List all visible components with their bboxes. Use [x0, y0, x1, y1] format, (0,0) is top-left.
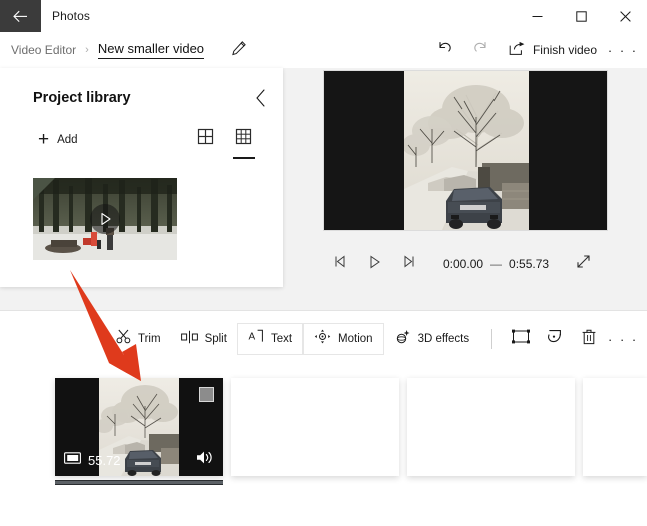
maximize-button[interactable]: [559, 0, 603, 32]
trim-icon: [116, 329, 131, 349]
pillarbox-right: [529, 71, 607, 230]
pillarbox-left: [324, 71, 404, 230]
share-export-icon: [509, 41, 526, 59]
breadcrumb-project-name[interactable]: New smaller video: [98, 41, 204, 59]
redo-icon: [472, 39, 489, 61]
pencil-icon: [231, 40, 247, 61]
add-media-label: Add: [57, 134, 77, 146]
trim-button[interactable]: Trim: [106, 323, 171, 355]
more-options-button[interactable]: · · ·: [607, 35, 639, 65]
split-button[interactable]: Split: [171, 323, 237, 355]
play-icon: [368, 255, 381, 274]
photos-video-editor-window: Photos Video Editor › New smaller video: [0, 0, 647, 526]
previous-frame-button[interactable]: [323, 249, 357, 279]
rotate-button[interactable]: [538, 323, 572, 355]
project-library-title: Project library: [33, 90, 131, 106]
next-frame-button[interactable]: [391, 249, 425, 279]
finish-video-button[interactable]: Finish video: [499, 36, 607, 64]
grid-view-small-selected-indicator: [233, 157, 255, 159]
fullscreen-button[interactable]: [569, 250, 597, 278]
text-icon: A: [248, 329, 264, 349]
motion-label: Motion: [338, 333, 373, 345]
clip-select-checkbox[interactable]: [199, 387, 214, 402]
library-video-thumbnail[interactable]: [33, 178, 177, 260]
filters-button[interactable]: [504, 323, 538, 355]
video-frame-icon: [64, 451, 81, 469]
clip-duration: 55.72: [88, 453, 121, 468]
trash-icon: [582, 329, 596, 350]
add-media-button[interactable]: + Add: [38, 130, 78, 149]
speaker-icon[interactable]: [196, 450, 214, 470]
clip-footer: 55.72: [55, 450, 223, 470]
breadcrumb-video-editor[interactable]: Video Editor: [11, 43, 76, 57]
3d-effects-button[interactable]: 3D effects: [384, 323, 480, 355]
storyboard-clip-placeholder-3[interactable]: [583, 378, 647, 476]
total-time: 0:55.73: [509, 257, 549, 271]
finish-video-label: Finish video: [533, 43, 597, 57]
back-arrow-icon: [13, 10, 28, 23]
current-time: 0:00.00: [443, 257, 483, 271]
text-label: Text: [271, 333, 292, 345]
3d-effects-label: 3D effects: [418, 333, 470, 345]
breadcrumb-separator: ›: [85, 44, 89, 56]
clip-selection-bar: [55, 480, 223, 485]
grid-view-large-button[interactable]: [197, 128, 215, 150]
previous-frame-icon: [333, 255, 348, 273]
preview-frame-image: [404, 71, 529, 230]
app-title: Photos: [52, 9, 90, 23]
time-separator: —: [490, 257, 502, 271]
rotate-icon: [547, 328, 564, 350]
project-library-panel: Project library + Add: [0, 68, 283, 287]
editing-toolbar-and-storyboard: Trim Split A: [0, 310, 647, 526]
play-icon[interactable]: [90, 204, 120, 234]
library-view-toggles: [197, 128, 253, 150]
text-button[interactable]: A Text: [237, 323, 303, 355]
grid-view-small-button[interactable]: [235, 128, 253, 150]
svg-text:A: A: [248, 332, 255, 343]
video-preview[interactable]: [323, 70, 608, 231]
title-bar: Photos: [0, 0, 647, 32]
undo-button[interactable]: [427, 35, 463, 65]
rename-project-button[interactable]: [226, 37, 252, 63]
toolbar-divider: [491, 329, 492, 349]
minimize-button[interactable]: [515, 0, 559, 32]
3d-effects-icon: [394, 329, 411, 350]
motion-button[interactable]: Motion: [303, 323, 384, 355]
playback-controls: 0:00.00 — 0:55.73: [323, 249, 608, 279]
grid-2x2-icon: [197, 132, 214, 149]
thumbnail-corner-marker: [33, 178, 55, 200]
toolbar-more-button[interactable]: · · ·: [606, 323, 640, 355]
next-frame-icon: [401, 255, 416, 273]
chevron-left-icon: [255, 89, 267, 112]
storyboard-clip-1[interactable]: 55.72: [55, 378, 223, 476]
split-icon: [181, 330, 198, 349]
editing-toolbar: Trim Split A: [0, 321, 647, 357]
motion-icon: [314, 329, 331, 349]
breadcrumb-bar: Video Editor › New smaller video: [0, 32, 647, 68]
grid-3x3-icon: [235, 132, 252, 149]
redo-button[interactable]: [463, 35, 499, 65]
window-controls: [515, 0, 647, 32]
collapse-library-button[interactable]: [247, 86, 275, 114]
close-button[interactable]: [603, 0, 647, 32]
split-label: Split: [205, 333, 227, 345]
delete-button[interactable]: [572, 323, 606, 355]
breadcrumb-actions: Finish video · · ·: [427, 32, 643, 68]
time-readout: 0:00.00 — 0:55.73: [443, 257, 549, 271]
undo-icon: [436, 39, 453, 61]
filters-frame-icon: [512, 329, 530, 349]
play-button[interactable]: [357, 249, 391, 279]
storyboard-clip-placeholder-2[interactable]: [407, 378, 575, 476]
trim-label: Trim: [138, 333, 161, 345]
expand-icon: [576, 254, 591, 274]
storyboard-clip-placeholder-1[interactable]: [231, 378, 399, 476]
plus-icon: +: [38, 130, 49, 149]
editor-work-area: Project library + Add: [0, 68, 647, 310]
back-button[interactable]: [0, 0, 41, 32]
storyboard-strip: 55.72: [0, 373, 647, 493]
